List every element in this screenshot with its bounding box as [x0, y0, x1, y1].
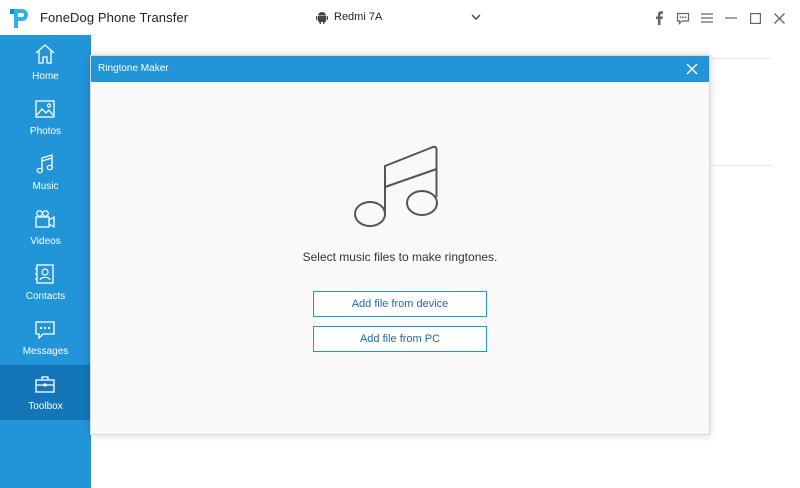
- sidebar-item-label: Contacts: [25, 291, 66, 302]
- title-bar: FoneDog Phone Transfer Redmi 7A: [0, 0, 800, 35]
- app-title: FoneDog Phone Transfer: [40, 10, 189, 25]
- video-camera-icon: [35, 210, 55, 229]
- menu-icon[interactable]: [698, 9, 716, 27]
- toolbox-icon: [35, 376, 55, 393]
- sidebar: Home Photos Music Videos Contacts Messag…: [0, 35, 91, 488]
- maximize-icon[interactable]: [746, 9, 764, 27]
- add-file-from-pc-button[interactable]: Add file from PC: [313, 326, 487, 352]
- music-note-icon: [36, 154, 54, 174]
- dialog-header: Ringtone Maker: [91, 56, 709, 82]
- close-icon[interactable]: [770, 9, 788, 27]
- messages-icon: [35, 321, 55, 340]
- photos-icon: [35, 100, 55, 118]
- home-icon: [35, 44, 55, 64]
- fonedog-logo-icon: [10, 9, 28, 28]
- close-icon[interactable]: [685, 62, 699, 76]
- device-name: Redmi 7A: [334, 11, 383, 23]
- sidebar-item-music[interactable]: Music: [0, 145, 91, 200]
- sidebar-item-photos[interactable]: Photos: [0, 90, 91, 145]
- feedback-icon[interactable]: [674, 9, 692, 27]
- sidebar-item-home[interactable]: Home: [0, 35, 91, 90]
- dialog-prompt: Select music files to make ringtones.: [302, 250, 498, 264]
- sidebar-item-contacts[interactable]: Contacts: [0, 255, 91, 310]
- music-note-icon: [354, 145, 438, 227]
- sidebar-item-toolbox[interactable]: Toolbox: [0, 365, 91, 420]
- sidebar-item-label: Photos: [29, 126, 62, 137]
- dialog-title: Ringtone Maker: [98, 63, 169, 74]
- sidebar-item-videos[interactable]: Videos: [0, 200, 91, 255]
- sidebar-item-label: Videos: [30, 236, 61, 247]
- sidebar-item-label: Music: [32, 181, 59, 192]
- ringtone-maker-dialog: Ringtone Maker Select music files to mak…: [90, 55, 710, 435]
- chevron-down-icon: [471, 14, 481, 20]
- sidebar-item-label: Home: [32, 71, 59, 82]
- sidebar-item-label: Toolbox: [28, 401, 63, 412]
- contacts-icon: [35, 264, 54, 284]
- sidebar-item-label: Messages: [22, 346, 69, 357]
- window-controls: [650, 9, 790, 27]
- android-icon: [316, 12, 328, 24]
- device-selector[interactable]: Redmi 7A: [313, 6, 483, 30]
- minimize-icon[interactable]: [722, 9, 740, 27]
- add-file-from-device-button[interactable]: Add file from device: [313, 291, 487, 317]
- facebook-icon[interactable]: [650, 9, 668, 27]
- sidebar-item-messages[interactable]: Messages: [0, 310, 91, 365]
- divider: [710, 165, 772, 166]
